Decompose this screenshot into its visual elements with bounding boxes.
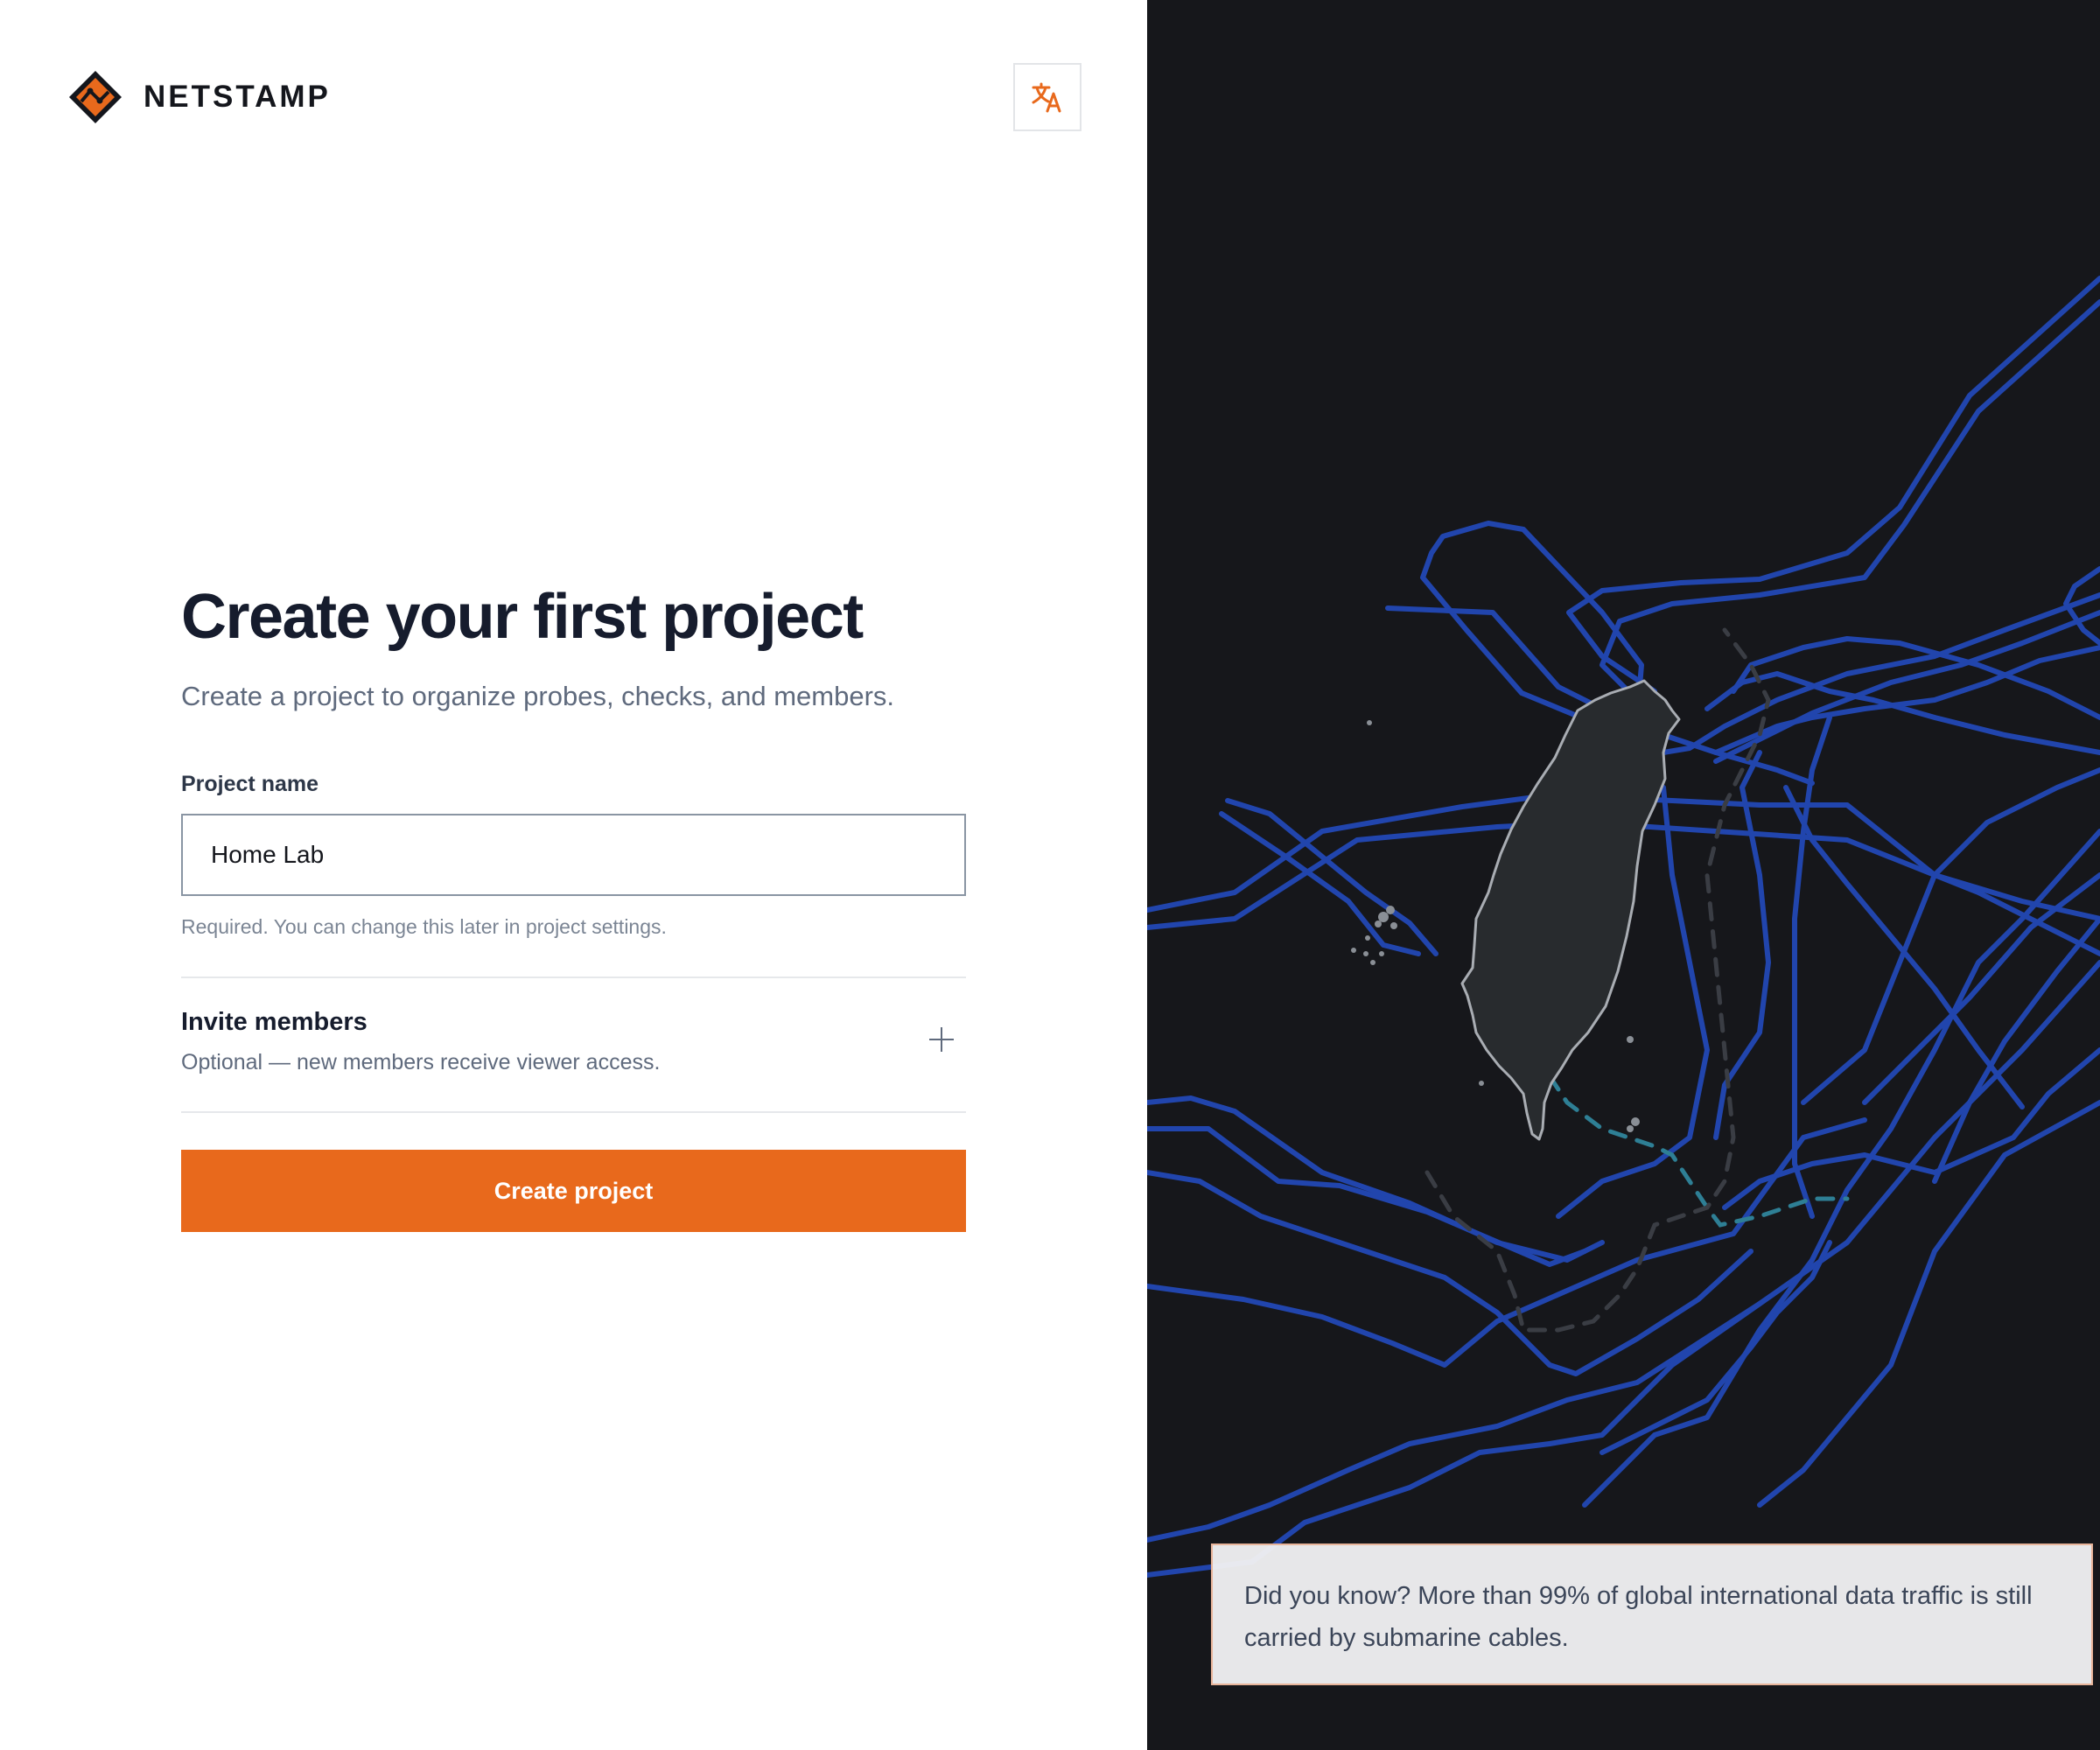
project-name-helper: Required. You can change this later in p… <box>181 915 667 938</box>
network-diamond-icon <box>69 71 122 123</box>
invite-members-title: Invite members <box>181 1008 368 1036</box>
submarine-cable-map <box>1147 276 2100 1578</box>
project-name-label: Project name <box>181 772 319 796</box>
create-project-button[interactable]: Create project <box>181 1150 966 1232</box>
brand-name: NETSTAMP <box>144 80 331 114</box>
invite-members-toggle[interactable]: Invite members Optional — new members re… <box>181 978 966 1111</box>
taiwan-landmass <box>1460 679 1681 1141</box>
brand-logo: NETSTAMP <box>66 68 331 126</box>
project-name-input[interactable] <box>181 814 966 896</box>
map-panel: Did you know? More than 99% of global in… <box>1147 0 2100 1750</box>
translate-icon <box>1032 82 1061 113</box>
divider <box>181 1111 966 1113</box>
invite-members-description: Optional — new members receive viewer ac… <box>181 1050 661 1074</box>
page-subtitle: Create a project to organize probes, che… <box>181 681 895 711</box>
language-button[interactable] <box>1013 63 1082 131</box>
page-title: Create your first project <box>181 582 864 652</box>
create-project-form: Create your first project Create a proje… <box>181 578 966 1232</box>
left-panel: NETSTAMP Create your first project Creat… <box>0 0 1147 1750</box>
did-you-know-card: Did you know? More than 99% of global in… <box>1211 1544 2093 1685</box>
plus-icon[interactable] <box>929 1027 954 1052</box>
